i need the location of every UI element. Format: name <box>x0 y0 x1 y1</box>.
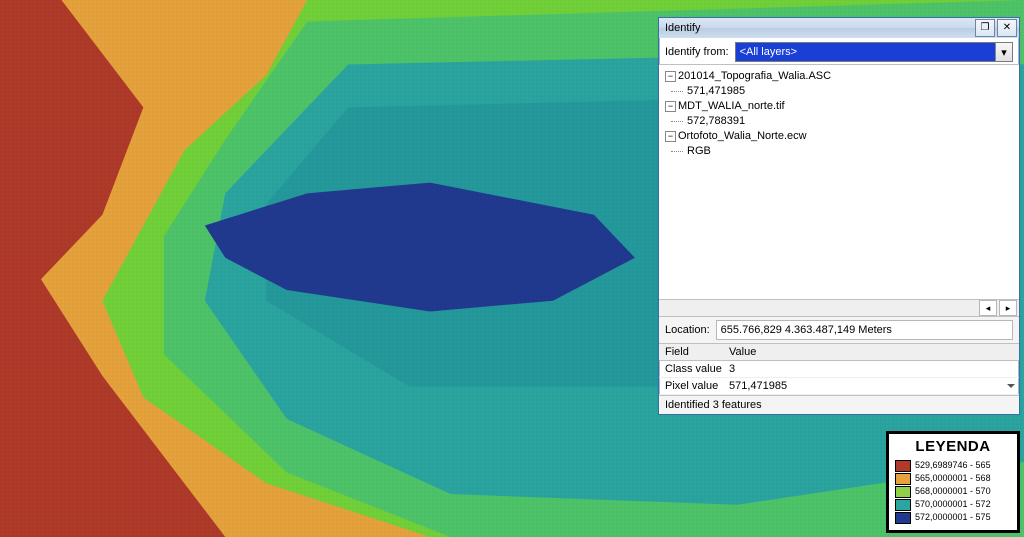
identify-titlebar[interactable]: Identify ❐ ✕ <box>659 18 1019 38</box>
legend-panel: LEYENDA 529,6989746 - 565 565,0000001 - … <box>886 431 1020 533</box>
tree-item-value[interactable]: RGB <box>665 144 1013 159</box>
legend-swatch <box>895 486 911 498</box>
tree-item[interactable]: − 201014_Topografia_Walia.ASC <box>665 69 1013 84</box>
legend-swatch <box>895 473 911 485</box>
identify-from-label: Identify from: <box>665 46 729 58</box>
legend-label: 568,0000001 - 570 <box>915 485 991 498</box>
grid-col-value: Value <box>725 346 1019 358</box>
tree-item-value[interactable]: 572,788391 <box>665 114 1013 129</box>
legend-swatch <box>895 499 911 511</box>
identify-window[interactable]: Identify ❐ ✕ Identify from: <All layers>… <box>658 17 1020 415</box>
legend-title: LEYENDA <box>895 438 1011 455</box>
tree-item-label: 201014_Topografia_Walia.ASC <box>678 69 831 84</box>
collapse-icon[interactable]: − <box>665 101 676 112</box>
restore-icon: ❐ <box>981 23 990 33</box>
legend-label: 570,0000001 - 572 <box>915 498 991 511</box>
restore-button[interactable]: ❐ <box>975 19 995 37</box>
scroll-right-button[interactable]: ▸ <box>999 300 1017 316</box>
scroll-left-button[interactable]: ◂ <box>979 300 997 316</box>
identify-results-tree[interactable]: − 201014_Topografia_Walia.ASC 571,471985… <box>659 64 1019 299</box>
legend-label: 529,6989746 - 565 <box>915 459 991 472</box>
identify-toolbar: Identify from: <All layers> ▾ <box>659 38 1019 64</box>
close-icon: ✕ <box>1003 23 1011 33</box>
legend-label: 572,0000001 - 575 <box>915 511 991 524</box>
location-value: 655.766,829 4.363.487,149 Meters <box>716 320 1013 340</box>
location-label: Location: <box>665 324 710 336</box>
legend-item: 529,6989746 - 565 <box>895 459 1011 472</box>
tree-item-label: Ortofoto_Walia_Norte.ecw <box>678 129 807 144</box>
grid-cell-field: Pixel value <box>659 380 725 392</box>
attribute-grid[interactable]: Field Value Class value 3 Pixel value 57… <box>659 343 1019 395</box>
legend-swatch <box>895 460 911 472</box>
grid-cell-field: Class value <box>659 363 725 375</box>
legend-swatch <box>895 512 911 524</box>
legend-item: 565,0000001 - 568 <box>895 472 1011 485</box>
chevron-right-icon: ▸ <box>1006 303 1011 314</box>
collapse-icon[interactable]: − <box>665 131 676 142</box>
legend-item: 572,0000001 - 575 <box>895 511 1011 524</box>
tree-item[interactable]: − Ortofoto_Walia_Norte.ecw <box>665 129 1013 144</box>
grid-header: Field Value <box>659 344 1019 361</box>
legend-label: 565,0000001 - 568 <box>915 472 991 485</box>
chevron-down-icon: ▾ <box>995 43 1012 61</box>
identify-from-select[interactable]: <All layers> ▾ <box>735 42 1013 62</box>
grid-row[interactable]: Pixel value 571,471985 <box>659 378 1019 395</box>
grid-cell-value: 3 <box>725 363 1019 375</box>
legend-item: 570,0000001 - 572 <box>895 498 1011 511</box>
collapse-icon[interactable]: − <box>665 71 676 82</box>
tree-scroll-tools: ◂ ▸ <box>659 299 1019 316</box>
tree-item-label: MDT_WALIA_norte.tif <box>678 99 785 114</box>
grid-row[interactable]: Class value 3 <box>659 361 1019 378</box>
identify-status: Identified 3 features <box>659 395 1019 414</box>
tree-item-value[interactable]: 571,471985 <box>665 84 1013 99</box>
chevron-left-icon: ◂ <box>986 303 991 314</box>
grid-col-field: Field <box>659 346 725 358</box>
identify-title: Identify <box>665 22 700 34</box>
identify-from-value: <All layers> <box>736 43 995 61</box>
legend-item: 568,0000001 - 570 <box>895 485 1011 498</box>
location-row: Location: 655.766,829 4.363.487,149 Mete… <box>659 316 1019 343</box>
grid-cell-value: 571,471985 <box>725 380 1019 392</box>
tree-item[interactable]: − MDT_WALIA_norte.tif <box>665 99 1013 114</box>
close-button[interactable]: ✕ <box>997 19 1017 37</box>
